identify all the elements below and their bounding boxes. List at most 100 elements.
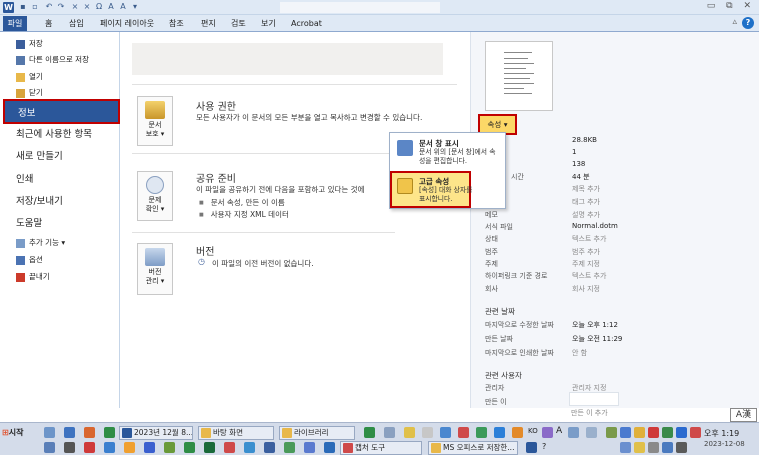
app-icon[interactable] [364, 427, 375, 438]
app-icon[interactable] [440, 427, 451, 438]
app-icon[interactable] [526, 442, 537, 453]
app-icon[interactable] [404, 427, 415, 438]
app-icon[interactable] [494, 427, 505, 438]
help-tray-icon[interactable]: ? [542, 442, 546, 451]
tab-view[interactable]: 보기 [256, 16, 281, 31]
clock-time[interactable]: 오후 1:19 [704, 428, 739, 439]
app-icon[interactable] [144, 442, 155, 453]
author-field[interactable] [569, 392, 619, 406]
protect-document-button[interactable]: 문서 보호 ▾ [137, 96, 173, 146]
tab-insert[interactable]: 삽입 [64, 16, 89, 31]
explorer-icon[interactable] [64, 427, 75, 438]
bluetooth-icon[interactable] [676, 427, 687, 438]
tab-acrobat[interactable]: Acrobat [286, 16, 327, 31]
minimize-ribbon-icon[interactable]: ▵ [732, 17, 737, 27]
nav-save[interactable]: 저장 [0, 36, 118, 52]
tray-icon[interactable] [676, 442, 687, 453]
show-document-panel-item[interactable]: 문서 창 표시 문서 위의 [문서 창]에서 속성을 편집합니다. [392, 135, 503, 170]
tray-icon[interactable] [606, 427, 617, 438]
quick-save-icon[interactable]: ▫ [30, 2, 40, 12]
window-controls-icon[interactable]: ▭ ⧉ ✕ [707, 1, 755, 11]
app-icon[interactable] [284, 442, 295, 453]
app-icon[interactable] [104, 442, 115, 453]
tray-icon[interactable] [634, 427, 645, 438]
app-icon[interactable] [44, 442, 55, 453]
title-value[interactable]: 제목 추가 [572, 184, 600, 194]
nav-print[interactable]: 인쇄 [0, 169, 118, 191]
subscript-icon[interactable]: × [70, 2, 80, 12]
nav-info[interactable]: 정보 [3, 99, 120, 124]
app-icon[interactable] [568, 427, 579, 438]
tab-mailings[interactable]: 편지 [196, 16, 221, 31]
task-library[interactable]: 라이브러리 [279, 426, 355, 440]
tags-value[interactable]: 태그 추가 [572, 197, 600, 207]
excel-icon[interactable] [104, 427, 115, 438]
clock-date[interactable]: 2023-12-08 [704, 440, 745, 448]
app-icon[interactable] [512, 427, 523, 438]
word-logo-icon[interactable]: W [3, 2, 14, 13]
tab-review[interactable]: 검토 [226, 16, 251, 31]
task-capture[interactable]: 캡처 도구 [340, 441, 422, 455]
font-size-up-icon[interactable]: A [106, 2, 116, 12]
ime-tray-icon[interactable]: A [556, 426, 562, 436]
app-icon[interactable] [458, 427, 469, 438]
document-thumbnail[interactable] [485, 41, 553, 111]
tray-icon[interactable] [690, 427, 701, 438]
help-icon[interactable]: ? [742, 17, 754, 29]
superscript-icon[interactable]: × [82, 2, 92, 12]
font-size-down-icon[interactable]: A [118, 2, 128, 12]
app-icon[interactable] [184, 442, 195, 453]
add-author-link[interactable]: 만든 이 추가 [571, 408, 608, 418]
tray-icon[interactable] [620, 427, 631, 438]
nav-recent[interactable]: 최근에 사용한 항목 [0, 124, 118, 146]
tray-icon[interactable] [662, 442, 673, 453]
app-icon[interactable] [224, 442, 235, 453]
powerpoint-icon[interactable] [84, 427, 95, 438]
redo-icon[interactable]: ↷ [56, 2, 66, 12]
app-icon[interactable] [304, 442, 315, 453]
nav-options[interactable]: 옵션 [0, 252, 118, 268]
app-icon[interactable] [476, 427, 487, 438]
company-value[interactable]: 회사 지정 [572, 284, 600, 294]
tray-icon[interactable] [648, 427, 659, 438]
tray-icon[interactable] [634, 442, 645, 453]
status-value[interactable]: 텍스트 추가 [572, 234, 606, 244]
app-icon[interactable] [64, 442, 75, 453]
volume-icon[interactable] [648, 442, 659, 453]
check-issues-button[interactable]: 문제 확인 ▾ [137, 171, 173, 221]
task-desktop[interactable]: 바탕 화면 [198, 426, 274, 440]
tab-references[interactable]: 참조 [164, 16, 189, 31]
language-indicator[interactable]: KO [528, 427, 538, 435]
network-icon[interactable] [620, 442, 631, 453]
app-icon[interactable] [264, 442, 275, 453]
comments-value[interactable]: 설명 추가 [572, 210, 600, 220]
tab-file[interactable]: 파일 [3, 16, 27, 31]
manage-versions-button[interactable]: 버전 관리 ▾ [137, 243, 173, 295]
task-office[interactable]: MS 오피스로 저장한... [428, 441, 518, 455]
save-icon[interactable]: ▪ [18, 2, 28, 12]
app-icon[interactable] [124, 442, 135, 453]
undo-icon[interactable]: ↶ [44, 2, 54, 12]
task-word[interactable]: 2023년 12월 8... [119, 426, 193, 440]
advanced-properties-item[interactable]: 고급 속성 [속성] 대화 상자를 표시합니다. [390, 171, 472, 208]
tray-icon[interactable] [662, 427, 673, 438]
app-icon[interactable] [204, 442, 215, 453]
app-icon[interactable] [164, 442, 175, 453]
tab-home[interactable]: 홈 [40, 16, 57, 31]
app-icon[interactable] [542, 427, 553, 438]
subject-value[interactable]: 주제 지정 [572, 259, 600, 269]
tab-page-layout[interactable]: 페이지 레이아웃 [95, 16, 159, 31]
nav-help[interactable]: 도움말 [0, 213, 118, 235]
app-icon[interactable] [84, 442, 95, 453]
app-icon[interactable] [422, 427, 433, 438]
nav-save-as[interactable]: 다른 이름으로 저장 [0, 52, 118, 68]
start-button[interactable]: ⊞시작 [2, 426, 38, 440]
app-icon[interactable] [244, 442, 255, 453]
nav-addins[interactable]: 추가 기능 ▾ [0, 235, 118, 251]
show-desktop-icon[interactable] [44, 427, 55, 438]
app-icon[interactable] [586, 427, 597, 438]
nav-new[interactable]: 새로 만들기 [0, 146, 118, 168]
app-icon[interactable] [324, 442, 335, 453]
category-value[interactable]: 범주 추가 [572, 247, 600, 257]
hyperlink-base-value[interactable]: 텍스트 추가 [572, 271, 606, 281]
